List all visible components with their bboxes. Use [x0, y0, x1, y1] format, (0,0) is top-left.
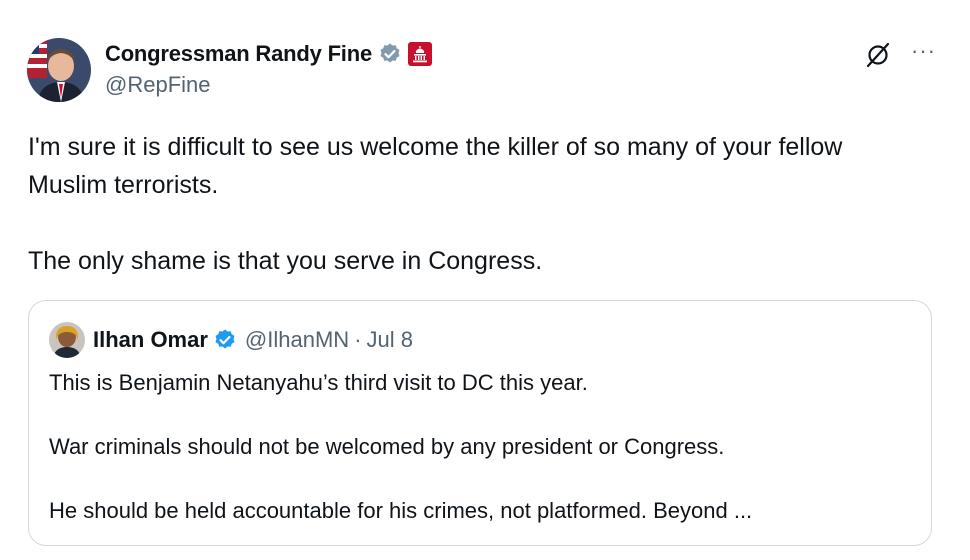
post-card: Congressman Randy Fine @RepFine ··· I'm …: [0, 0, 970, 560]
author-name-row: Congressman Randy Fine: [105, 38, 432, 70]
verified-blue-icon[interactable]: [213, 328, 237, 352]
us-congress-icon[interactable]: [408, 42, 432, 66]
quoted-separator: ·: [354, 327, 362, 352]
verified-gray-icon[interactable]: [378, 42, 402, 66]
quoted-author-row: Ilhan Omar @IlhanMN · Jul 8: [93, 324, 413, 356]
quoted-display-name[interactable]: Ilhan Omar: [93, 327, 208, 353]
quoted-handle[interactable]: @IlhanMN: [245, 327, 349, 353]
quoted-date[interactable]: Jul 8: [367, 327, 413, 353]
author-display-name[interactable]: Congressman Randy Fine: [105, 41, 372, 67]
post-actions: ···: [865, 40, 936, 68]
post-text: I'm sure it is difficult to see us welco…: [28, 133, 843, 275]
quoted-author-avatar[interactable]: [49, 322, 85, 358]
more-options-icon[interactable]: ···: [911, 40, 936, 62]
grok-icon[interactable]: [865, 42, 891, 68]
quoted-post-text: This is Benjamin Netanyahu’s third visit…: [49, 370, 753, 523]
quoted-post[interactable]: Ilhan Omar @IlhanMN · Jul 8 This is Benj…: [28, 300, 932, 546]
author-handle[interactable]: @RepFine: [105, 72, 211, 98]
author-avatar[interactable]: [27, 38, 91, 102]
